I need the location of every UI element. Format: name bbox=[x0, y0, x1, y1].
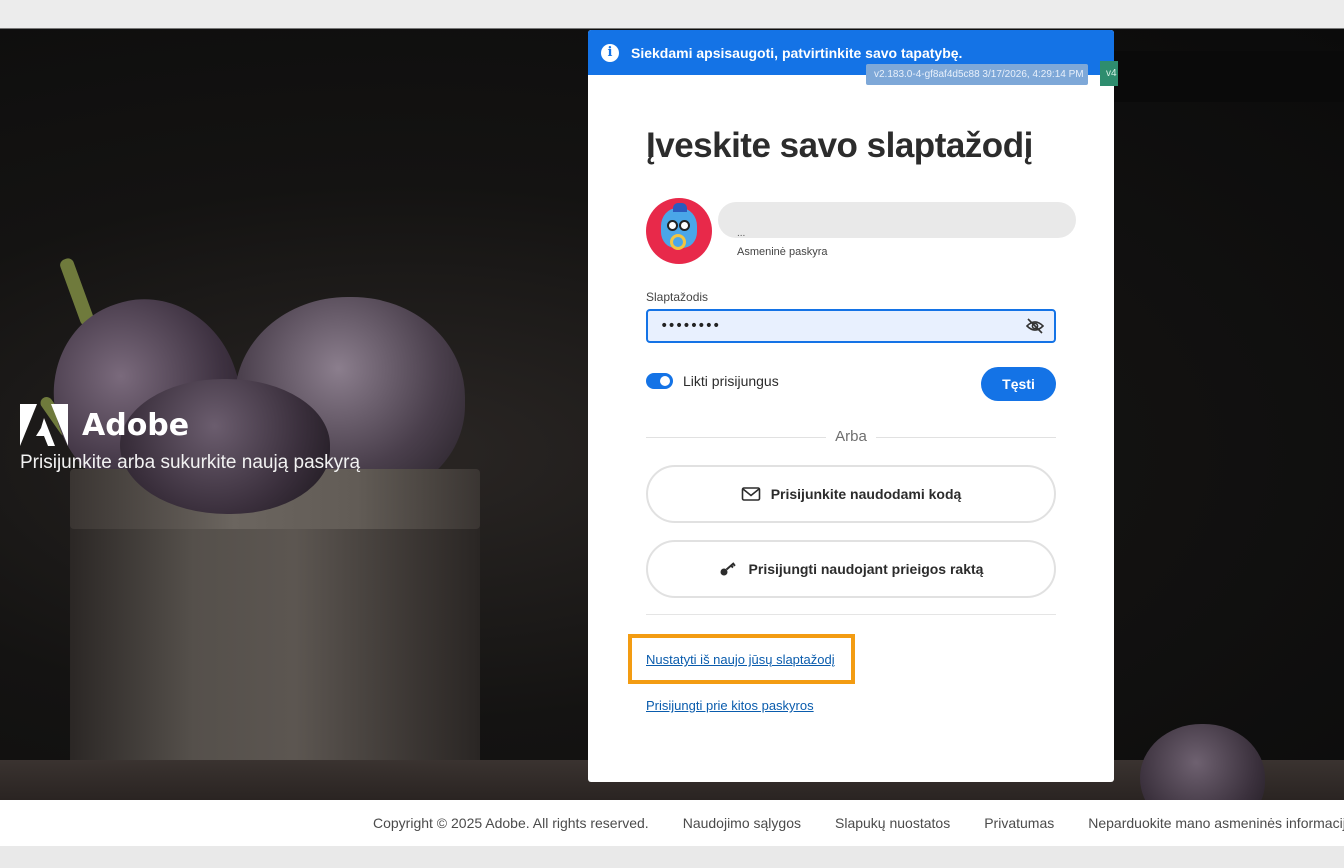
password-field-wrapper bbox=[646, 309, 1056, 343]
account-type: Asmeninė paskyra bbox=[737, 246, 828, 258]
stay-signed-in-toggle[interactable] bbox=[646, 373, 673, 389]
account-email-redacted bbox=[718, 202, 1076, 238]
copyright-text: Copyright © 2025 Adobe. All rights reser… bbox=[373, 815, 649, 831]
brand-name: Adobe bbox=[82, 407, 190, 443]
version-badge: v2.183.0-4-gf8af4d5c88 3/17/2026, 4:29:1… bbox=[866, 64, 1088, 85]
section-divider bbox=[646, 614, 1056, 615]
fig-image bbox=[1140, 724, 1265, 800]
account-name: ... bbox=[737, 228, 746, 239]
sign-in-card: i Siekdami apsisaugoti, patvirtinkite sa… bbox=[588, 30, 1114, 782]
footer-link-terms[interactable]: Naudojimo sąlygos bbox=[683, 815, 801, 831]
hide-password-icon[interactable] bbox=[1026, 318, 1044, 334]
sign-in-with-code-button[interactable]: Prisijunkite naudodami kodą bbox=[646, 465, 1056, 523]
footer-link-cookies[interactable]: Slapukų nuostatos bbox=[835, 815, 950, 831]
adobe-logo-icon bbox=[20, 404, 68, 446]
password-label: Slaptažodis bbox=[646, 290, 709, 304]
footer: Copyright © 2025 Adobe. All rights reser… bbox=[0, 800, 1344, 846]
reset-password-link[interactable]: Nustatyti iš naujo jūsų slaptažodį bbox=[646, 652, 835, 667]
stay-signed-in-row: Likti prisijungus bbox=[646, 373, 779, 389]
sign-in-with-passkey-button[interactable]: Prisijungti naudojant prieigos raktą bbox=[646, 540, 1056, 598]
browser-bottom-bar bbox=[0, 846, 1344, 868]
stay-signed-in-label: Likti prisijungus bbox=[683, 373, 779, 389]
key-icon bbox=[720, 562, 736, 576]
version-side-badge: v4 bbox=[1100, 61, 1118, 86]
page-title: Įveskite savo slaptažodį bbox=[646, 126, 1033, 165]
banner-text: Siekdami apsisaugoti, patvirtinkite savo… bbox=[631, 44, 963, 61]
or-divider: Arba bbox=[646, 428, 1056, 446]
use-another-account-link[interactable]: Prisijungti prie kitos paskyros bbox=[646, 698, 814, 713]
code-button-label: Prisijunkite naudodami kodą bbox=[770, 486, 962, 502]
password-input[interactable] bbox=[660, 318, 1000, 334]
continue-button[interactable]: Tęsti bbox=[981, 367, 1056, 401]
mail-icon bbox=[741, 487, 761, 501]
avatar bbox=[646, 198, 712, 264]
brand-tagline: Prisijunkite arba sukurkite naują paskyr… bbox=[20, 452, 361, 473]
passkey-button-label: Prisijungti naudojant prieigos raktą bbox=[748, 561, 984, 577]
info-icon: i bbox=[601, 43, 619, 62]
browser-top-bar bbox=[0, 0, 1344, 29]
brand-block: Adobe Prisijunkite arba sukurkite naują … bbox=[20, 404, 360, 474]
dark-overlay-strip bbox=[1114, 51, 1344, 102]
footer-link-do-not-sell[interactable]: Neparduokite mano asmeninės informacijos… bbox=[1088, 815, 1344, 831]
footer-link-privacy[interactable]: Privatumas bbox=[984, 815, 1054, 831]
